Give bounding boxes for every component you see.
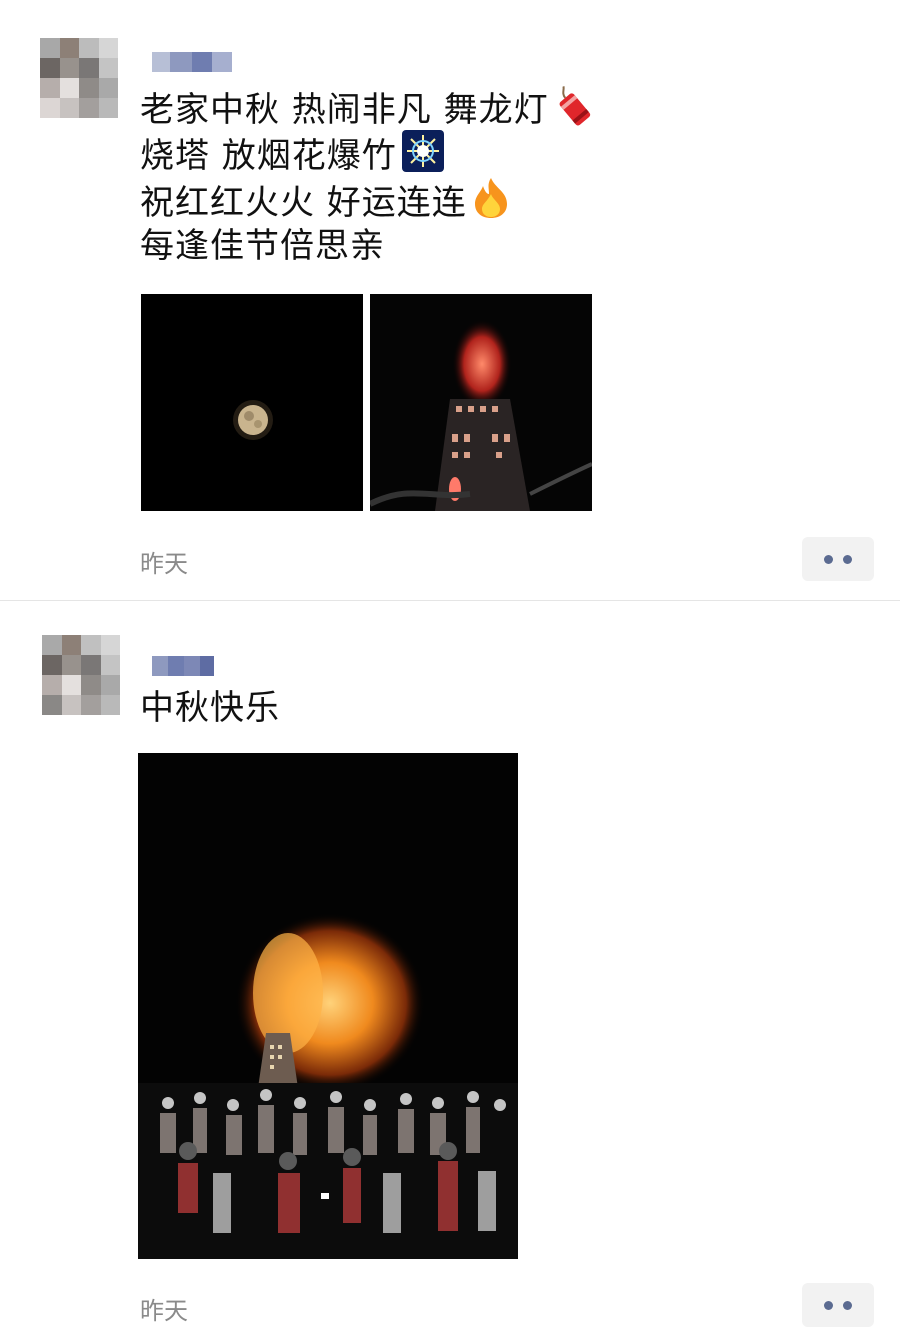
dot-icon <box>843 554 852 564</box>
post-text-line-1: 中秋快乐 <box>140 688 280 728</box>
more-options-button[interactable] <box>802 537 874 581</box>
post-text: 老家中秋 热闹非凡 舞龙灯 烧塔 放烟花爆竹 祝红红火火 好运连连 每逢佳节倍思… <box>140 82 597 270</box>
more-options-button[interactable] <box>802 1283 874 1327</box>
fire-icon <box>471 176 511 233</box>
avatar[interactable] <box>42 635 120 715</box>
dot-icon <box>843 1300 852 1310</box>
post-text: 中秋快乐 <box>140 685 280 732</box>
avatar[interactable] <box>40 38 118 118</box>
burning-tower-photo[interactable] <box>370 294 592 511</box>
dot-icon <box>824 1300 833 1310</box>
post-text-line-1: 老家中秋 热闹非凡 舞龙灯 <box>140 90 549 130</box>
post-text-line-4: 每逢佳节倍思亲 <box>140 226 385 266</box>
post-time: 昨天 <box>140 550 188 578</box>
username[interactable] <box>152 656 214 676</box>
moments-post-2: 中秋快乐 昨天 <box>0 601 900 1342</box>
username[interactable] <box>152 52 232 72</box>
firecracker-icon <box>553 82 597 141</box>
post-text-line-2: 烧塔 放烟花爆竹 <box>140 136 397 176</box>
moments-post-1: 老家中秋 热闹非凡 舞龙灯 烧塔 放烟花爆竹 祝红红火火 好运连连 每逢佳节倍思… <box>0 0 900 600</box>
full-moon-photo[interactable] <box>141 294 363 511</box>
post-time: 昨天 <box>140 1297 188 1325</box>
post-text-line-3: 祝红红火火 好运连连 <box>140 183 467 223</box>
crowd-bonfire-photo[interactable] <box>138 753 518 1259</box>
dot-icon <box>824 554 833 564</box>
